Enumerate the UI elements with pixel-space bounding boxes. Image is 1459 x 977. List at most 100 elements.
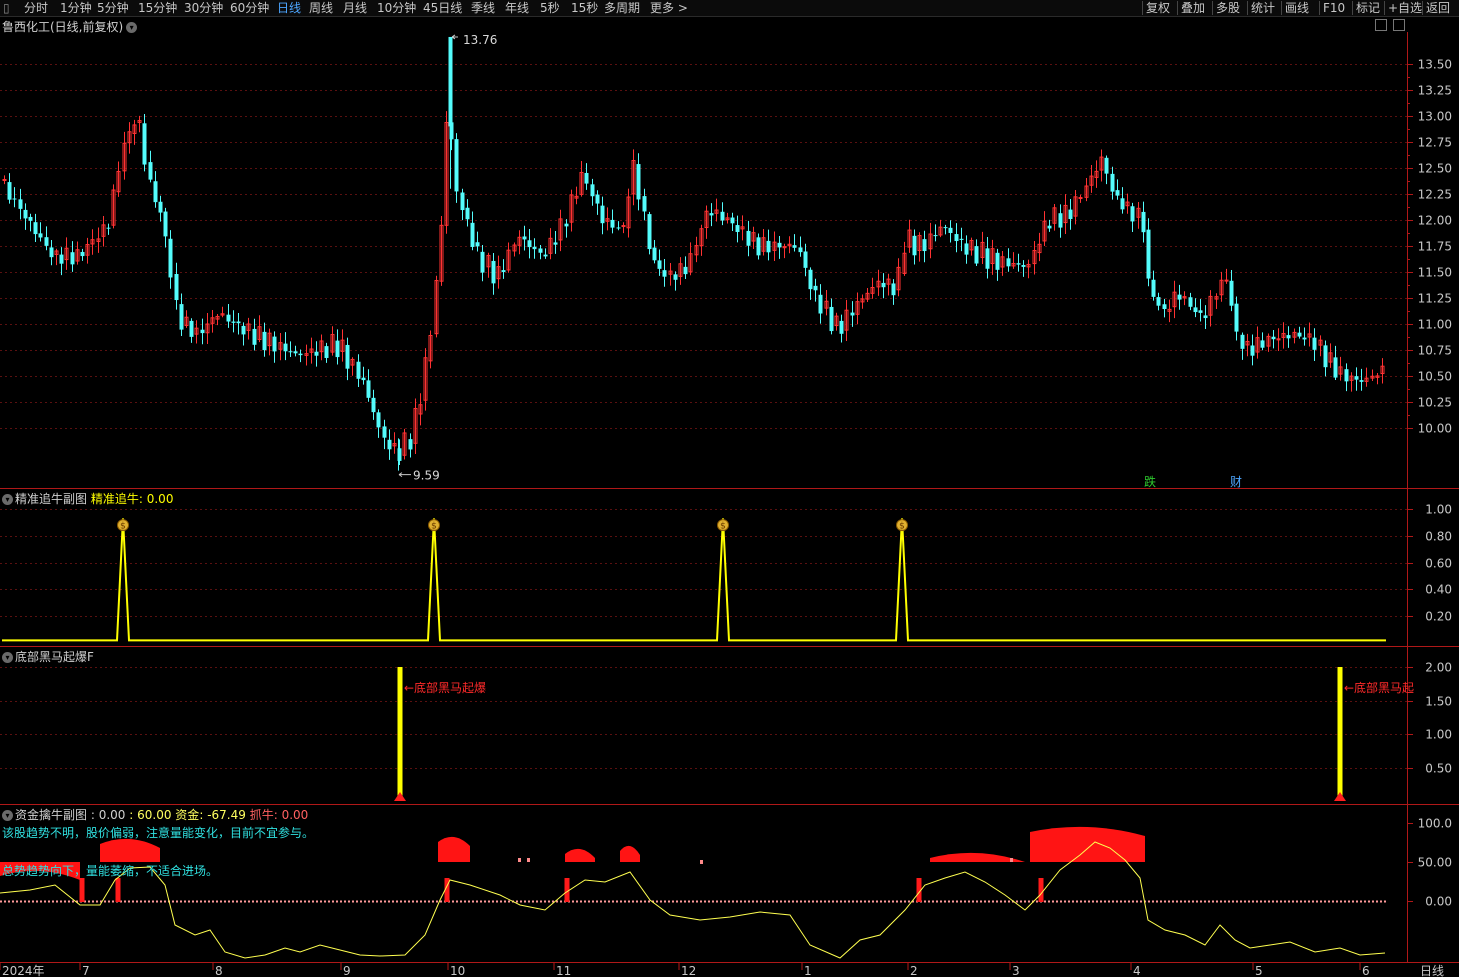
candle-body — [647, 214, 652, 250]
p1-label-4: 0.20 — [1425, 610, 1452, 624]
candle-body — [262, 331, 267, 351]
price-label-13: 10.25 — [1418, 396, 1452, 410]
candle-body — [1344, 369, 1349, 382]
p2-label-1: 1.50 — [1425, 695, 1452, 709]
x-label-3: 9 — [343, 964, 351, 977]
candle-body — [475, 242, 480, 247]
candle-body — [829, 306, 834, 332]
candle-body — [948, 227, 953, 233]
candle-body — [616, 227, 621, 229]
candle-body — [1240, 334, 1245, 349]
candle-body — [189, 320, 194, 337]
candle-body — [1188, 297, 1193, 307]
candle-body — [1151, 279, 1156, 297]
panel1-title: 精准追牛副图 — [15, 492, 88, 506]
candle-body — [803, 251, 808, 268]
price-label-11: 10.75 — [1418, 344, 1452, 358]
candle-body — [720, 211, 725, 221]
candle-body — [1260, 340, 1265, 348]
candle-body — [564, 223, 569, 227]
p3-fund-area — [620, 845, 640, 862]
candle-body — [33, 222, 38, 235]
candle-body — [522, 236, 527, 240]
candle-body — [933, 235, 938, 237]
candle-body — [974, 246, 979, 264]
candle-body — [1323, 345, 1328, 368]
p3-fund-area — [100, 838, 160, 862]
p1-label-1: 0.80 — [1425, 530, 1452, 544]
x-label-10: 4 — [1133, 964, 1141, 977]
p2-label-3: 0.50 — [1425, 762, 1452, 776]
candle-body — [850, 312, 855, 316]
candle-body — [1078, 197, 1083, 200]
price-label-6: 12.00 — [1418, 214, 1452, 228]
p3-pink-mark — [527, 858, 530, 862]
money-bag-glyph: $ — [899, 522, 905, 532]
panel1-collapse-icon[interactable]: ▾ — [2, 494, 13, 505]
candle-body — [746, 230, 751, 246]
panel3-collapse-icon[interactable]: ▾ — [2, 810, 13, 821]
candle-body — [1193, 307, 1198, 313]
p3-red-bar — [115, 878, 121, 902]
panel3-header: ▾ 资金擒牛副图 : 0.00 : 60.00 资金: -67.49 抓牛: 0.… — [2, 806, 308, 823]
candle-body — [148, 162, 153, 180]
candle-body — [595, 194, 600, 204]
candle-body — [288, 351, 293, 353]
candle-body — [252, 328, 257, 345]
candle-body — [23, 209, 28, 219]
price-label-8: 11.50 — [1418, 266, 1452, 280]
candle-body — [376, 412, 381, 428]
candle-body — [7, 182, 12, 200]
candle-body — [1016, 263, 1021, 265]
candle-body — [226, 314, 231, 322]
candle-body — [460, 192, 465, 211]
price-label-12: 10.50 — [1418, 370, 1452, 384]
candle-body — [954, 234, 959, 242]
candle-body — [985, 248, 990, 269]
candle-body — [621, 225, 626, 228]
panel3-grab-label: 抓牛 — [249, 808, 274, 822]
p1-label-2: 0.60 — [1425, 557, 1452, 571]
candle-body — [1234, 303, 1239, 332]
candle-body — [891, 283, 896, 296]
x-label-7: 1 — [804, 964, 812, 977]
candle-body — [1302, 337, 1307, 340]
candle-body — [80, 251, 85, 257]
p2-signal-label-1: ←底部黑马起 — [1344, 680, 1414, 695]
candle-body — [756, 237, 761, 256]
candle-body — [59, 254, 64, 264]
panel1-indicator-label: 精准追牛 — [90, 492, 139, 506]
price-label-0: 13.50 — [1418, 58, 1452, 72]
candle-body — [943, 227, 948, 229]
candle-body — [366, 380, 371, 398]
candle-body — [2, 179, 7, 182]
panel3-note-1: 该股趋势不明，股价偏弱，注意量能变化，目前不宜参与。 — [2, 826, 315, 840]
event-label-1: 财 — [1230, 475, 1242, 489]
p3-fund-area — [438, 836, 470, 862]
candle-body — [1198, 310, 1203, 313]
panel2-collapse-icon[interactable]: ▾ — [2, 652, 13, 663]
candle-body — [652, 247, 657, 261]
price-annotations: 13.76 9.59 跌 财 — [398, 33, 1242, 489]
candle-body — [657, 260, 662, 269]
low-arrow-icon — [398, 472, 411, 478]
candle-body — [200, 329, 205, 334]
candle-body — [922, 239, 927, 252]
high-price-label: 13.76 — [463, 33, 497, 47]
panel3-fund-label: 资金 — [175, 808, 200, 822]
candle-body — [777, 242, 782, 248]
p3-label-2: 0.00 — [1425, 895, 1452, 909]
main-grid — [0, 64, 1407, 429]
candle-body — [501, 270, 506, 273]
p3-label-0: 100.0 — [1418, 817, 1452, 831]
x-right-label: 日线 — [1420, 964, 1444, 977]
candle-body — [1177, 294, 1182, 300]
candle-body — [1359, 380, 1364, 382]
candle-body — [662, 270, 667, 277]
candle-body — [38, 233, 43, 238]
panel3-note-2: 总势趋势向下，量能萎缩，不适合进场。 — [2, 864, 219, 878]
x-label-11: 5 — [1255, 964, 1263, 977]
candle-body — [345, 344, 350, 369]
candle-body — [448, 36, 453, 127]
candle-body — [1058, 213, 1063, 228]
